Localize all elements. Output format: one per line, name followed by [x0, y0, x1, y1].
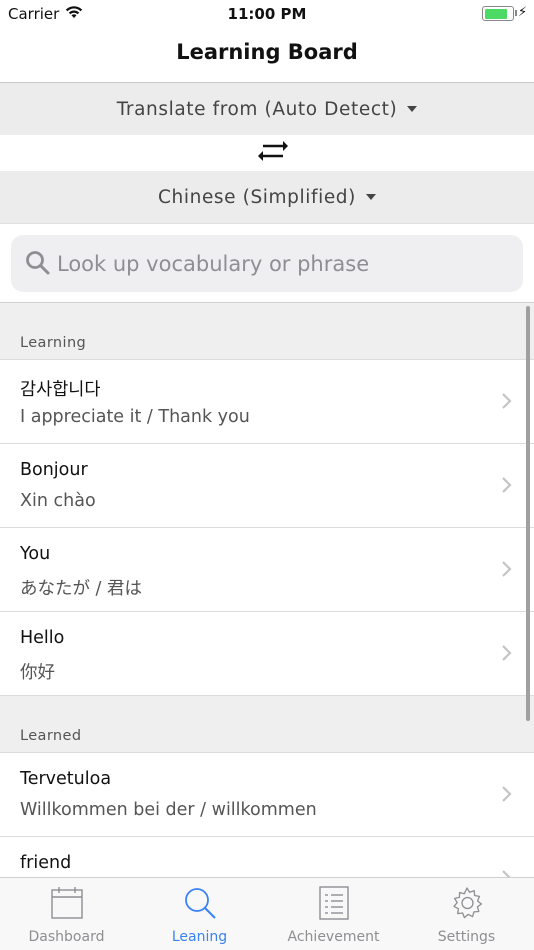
- caret-down-icon: [407, 106, 418, 112]
- calendar-icon: [51, 887, 83, 919]
- translate-to-label: Chinese (Simplified): [158, 186, 356, 208]
- chevron-right-icon: [502, 786, 512, 802]
- search-box[interactable]: [11, 235, 523, 292]
- item-meaning: 你好: [20, 663, 55, 683]
- status-bar: Carrier 11:00 PM ⚡: [0, 0, 534, 28]
- chevron-right-icon: [502, 645, 512, 661]
- list-icon: [319, 886, 349, 920]
- tab-label: Achievement: [287, 929, 380, 945]
- item-term: Bonjour: [20, 460, 88, 480]
- item-meaning: I appreciate it / Thank you: [20, 407, 250, 427]
- tab-dashboard[interactable]: Dashboard: [0, 878, 133, 950]
- chevron-right-icon: [502, 393, 512, 409]
- section-header-learning: Learning: [0, 303, 534, 360]
- tab-label: Dashboard: [28, 929, 105, 945]
- tab-label: Leaning: [171, 929, 228, 945]
- item-term: 감사합니다: [20, 380, 101, 400]
- list-item[interactable]: Hello 你好: [0, 612, 534, 696]
- page-title: Learning Board: [176, 40, 358, 64]
- search-icon: [185, 888, 216, 919]
- section-title: Learning: [20, 335, 87, 351]
- tab-label: Settings: [437, 929, 496, 945]
- chevron-right-icon: [502, 477, 512, 493]
- tab-leaning[interactable]: Leaning: [133, 878, 266, 950]
- caret-down-icon: [365, 194, 376, 200]
- list-item[interactable]: Bonjour Xin chào: [0, 444, 534, 528]
- search-input[interactable]: [57, 235, 507, 292]
- list-item[interactable]: friend: [0, 837, 534, 878]
- item-meaning: あなたが / 君は: [20, 579, 143, 599]
- battery-cap: [515, 10, 517, 16]
- battery-icon: [482, 6, 514, 21]
- vocabulary-list[interactable]: Learning 감사합니다 I appreciate it / Thank y…: [0, 302, 534, 878]
- item-meaning: Willkommen bei der / willkommen: [20, 800, 317, 820]
- section-header-learned: Learned: [0, 696, 534, 753]
- translate-from-label: Translate from (Auto Detect): [116, 98, 398, 120]
- tab-settings[interactable]: Settings: [400, 878, 533, 950]
- list-item[interactable]: 감사합니다 I appreciate it / Thank you: [0, 360, 534, 444]
- section-title: Learned: [20, 728, 82, 744]
- gear-icon: [453, 887, 483, 919]
- list-item[interactable]: You あなたが / 君は: [0, 528, 534, 612]
- search-area: [0, 223, 534, 302]
- translate-to-selector[interactable]: Chinese (Simplified): [0, 171, 534, 223]
- item-meaning: Xin chào: [20, 491, 96, 511]
- charging-bolt-icon: ⚡: [518, 5, 528, 20]
- tab-bar: Dashboard Leaning Achievement Settings: [0, 877, 534, 950]
- translate-from-selector[interactable]: Translate from (Auto Detect): [0, 83, 534, 135]
- list-item[interactable]: Tervetuloa Willkommen bei der / willkomm…: [0, 753, 534, 837]
- chevron-right-icon: [502, 561, 512, 577]
- swap-languages-icon[interactable]: [257, 139, 289, 163]
- status-time: 11:00 PM: [227, 5, 307, 23]
- item-term: friend: [20, 853, 72, 873]
- item-term: Tervetuloa: [20, 769, 112, 789]
- item-term: You: [20, 544, 51, 564]
- scrollbar[interactable]: [526, 306, 530, 721]
- item-term: Hello: [20, 628, 65, 648]
- tab-achievement[interactable]: Achievement: [267, 878, 400, 950]
- search-icon: [26, 251, 50, 275]
